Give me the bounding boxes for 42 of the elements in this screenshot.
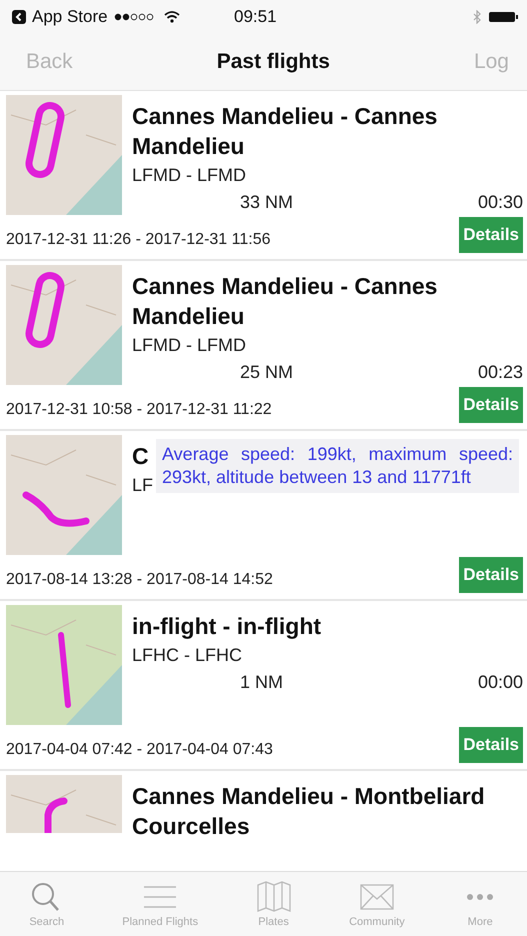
- flight-row[interactable]: Cannes Mandelieu - Cannes Mandelieu LFMD - LFMD 33 NM 00:30 2017-12-31 11:26 - 2017-12-31 11:56 Details: [0, 91, 527, 261]
- flight-distance: 33 NM: [240, 192, 294, 213]
- route-codes: LFMD - LFMD: [132, 335, 246, 356]
- flight-title: Cannes Mandelieu - Cannes Mandelieu: [132, 102, 438, 161]
- details-button[interactable]: Details: [459, 387, 523, 423]
- tab-bar-item[interactable]: Search: [26, 878, 67, 930]
- flight-row[interactable]: C LF Average speed: 199kt, maximum speed: 293kt, altitude between 13 and 11771ft 2017-08-14 13:28 - 2017-08-14 14:52 Details: [0, 431, 527, 601]
- flight-duration: 00:23: [478, 362, 523, 383]
- flight-title: C: [132, 442, 149, 471]
- flight-title: Cannes Mandelieu - Montbeliard Courcelles: [132, 782, 486, 841]
- screen-title: Past flights: [216, 50, 330, 74]
- back-to-app-link[interactable]: App Store: [32, 7, 108, 27]
- flight-title: Cannes Mandelieu - Cannes Mandelieu: [132, 272, 438, 331]
- flight-row[interactable]: Cannes Mandelieu - Cannes Mandelieu LFMD - LFMD 25 NM 00:23 2017-12-31 10:58 - 2017-12-31 11:22 Details: [0, 261, 527, 431]
- details-button[interactable]: Details: [459, 217, 523, 253]
- flight-row[interactable]: Cannes Mandelieu - Montbeliard Courcelles: [0, 771, 527, 847]
- battery-icon: [489, 11, 519, 23]
- tab-bar-item[interactable]: More: [460, 878, 500, 930]
- flight-time-range: 2017-08-14 13:28 - 2017-08-14 14:52: [6, 571, 273, 590]
- flight-duration: 00:00: [478, 672, 523, 693]
- route-codes: LF: [132, 475, 154, 496]
- wifi-icon: [164, 11, 180, 23]
- flight-distance: 1 NM: [240, 672, 284, 693]
- flight-time-range: 2017-12-31 11:26 - 2017-12-31 11:56: [6, 231, 270, 250]
- route-codes: LFHC - LFHC: [132, 645, 242, 666]
- flight-time-range: 2017-12-31 10:58 - 2017-12-31 11:22: [6, 401, 272, 420]
- speed-tooltip: Average speed: 199kt, maximum speed: 293kt, altitude between 13 and 11771ft: [156, 439, 519, 493]
- tab-bar-item[interactable]: Planned Flights: [120, 878, 200, 930]
- flight-row[interactable]: in-flight - in-flight LFHC - LFHC 1 NM 00:00 2017-04-04 07:42 - 2017-04-04 07:43 Details: [0, 601, 527, 771]
- flight-distance: 25 NM: [240, 362, 294, 383]
- tab-bar-item[interactable]: Plates: [254, 878, 294, 930]
- flight-title: in-flight - in-flight: [132, 612, 322, 641]
- bluetooth-icon: [473, 10, 481, 24]
- route-codes: LFMD - LFMD: [132, 165, 246, 186]
- flight-duration: 00:30: [478, 192, 523, 213]
- more-dots-icon: [467, 894, 494, 900]
- flight-time-range: 2017-04-04 07:42 - 2017-04-04 07:43: [6, 741, 273, 760]
- folded-map-icon: [256, 880, 292, 912]
- tab-bar-item[interactable]: Community: [347, 878, 407, 930]
- details-button[interactable]: Details: [459, 727, 523, 763]
- details-button[interactable]: Details: [459, 557, 523, 593]
- clock-time: 09:51: [233, 7, 278, 27]
